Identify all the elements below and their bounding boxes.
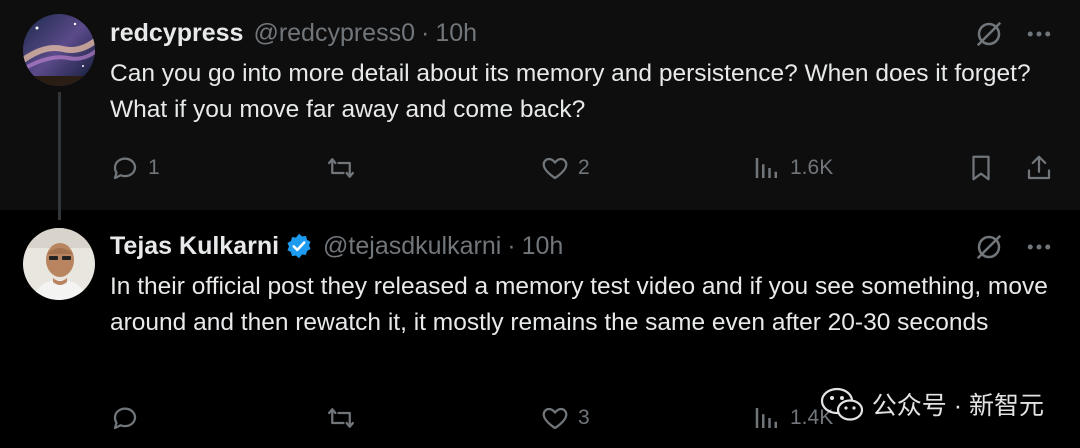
post-header: Tejas Kulkarni @tejasdkulkarni · 10h	[110, 228, 563, 264]
author-handle[interactable]: @tejasdkulkarni	[323, 232, 501, 261]
views-button[interactable]: 1.6K	[752, 148, 833, 188]
heart-icon	[542, 407, 568, 430]
more-options-button[interactable]	[1022, 17, 1056, 51]
watermark-text: 公众号 · 新智元	[871, 392, 1044, 420]
author-name[interactable]: Tejas Kulkarni	[110, 232, 279, 261]
post-header: redcypress @redcypress0 · 10h	[110, 15, 477, 51]
analytics-icon	[755, 158, 777, 178]
views-count: 1.6K	[790, 156, 834, 179]
avatar[interactable]	[23, 228, 95, 300]
like-button[interactable]: 3	[540, 398, 590, 438]
reply-post-redcypress[interactable]: redcypress @redcypress0 · 10h Can you go…	[0, 0, 1080, 210]
analytics-icon	[755, 408, 777, 428]
bookmark-icon	[972, 155, 990, 181]
repost-icon	[328, 408, 354, 428]
separator-dot: ·	[507, 231, 516, 260]
like-count: 3	[578, 406, 590, 429]
reply-button[interactable]	[110, 398, 148, 438]
timestamp[interactable]: 10h	[522, 232, 564, 261]
wechat-icon	[820, 387, 863, 421]
action-bar: 1 2 1.6K	[0, 148, 1080, 188]
grok-icon	[976, 21, 1002, 47]
avatar[interactable]	[23, 14, 95, 86]
grok-button[interactable]	[972, 17, 1006, 51]
like-button[interactable]: 2	[540, 148, 590, 188]
repost-button[interactable]	[326, 398, 364, 438]
repost-icon	[328, 158, 354, 178]
more-icon	[1027, 244, 1051, 250]
more-options-button[interactable]	[1022, 230, 1056, 264]
post-text: In their official post they released a m…	[110, 273, 1048, 336]
more-icon	[1027, 31, 1051, 37]
bookmark-button[interactable]	[966, 148, 996, 188]
verified-badge-icon	[287, 233, 311, 259]
author-name[interactable]: redcypress	[110, 19, 243, 48]
share-button[interactable]	[1024, 148, 1054, 188]
reply-button[interactable]: 1	[110, 148, 160, 188]
heart-icon	[542, 157, 568, 180]
repost-button[interactable]	[326, 148, 364, 188]
reply-icon	[113, 407, 137, 430]
thread-connector-line	[58, 92, 61, 220]
like-count: 2	[578, 156, 590, 179]
reply-count: 1	[148, 156, 160, 179]
separator-dot: ·	[421, 18, 430, 47]
share-icon	[1027, 155, 1051, 180]
reply-icon	[113, 157, 137, 180]
grok-icon	[976, 234, 1002, 260]
author-handle[interactable]: @redcypress0	[253, 19, 415, 48]
grok-button[interactable]	[972, 230, 1006, 264]
post-text: Can you go into more detail about its me…	[110, 60, 1031, 123]
watermark: 公众号 · 新智元	[820, 386, 1044, 422]
timestamp[interactable]: 10h	[435, 19, 477, 48]
